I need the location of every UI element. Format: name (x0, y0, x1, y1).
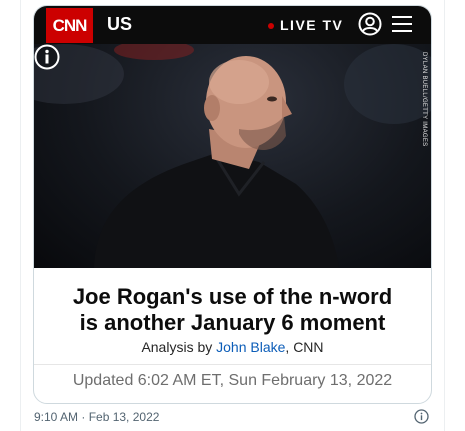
headline-line-1: Joe Rogan's use of the n-word (72, 284, 393, 309)
headline-line-2: is another January 6 moment (79, 310, 386, 335)
account-icon[interactable] (358, 12, 382, 36)
menu-icon[interactable] (391, 14, 413, 34)
article-byline: Analysis by John Blake, CNN (34, 339, 431, 355)
updated-timestamp: Updated 6:02 AM ET, Sun February 13, 202… (72, 372, 393, 389)
author-link[interactable]: John Blake (216, 339, 285, 355)
cnn-header: CNN US LIVE TV (34, 6, 431, 44)
tweet-timestamp[interactable]: 9:10 AM · Feb 13, 2022 (34, 410, 159, 424)
tweet-info-icon[interactable] (414, 409, 429, 424)
cnn-logo-text: CNN (52, 15, 88, 35)
cnn-logo[interactable]: CNN (46, 8, 93, 43)
link-preview-card[interactable]: CNN US LIVE TV DYLAN BUELL/GETTY IMAGES … (33, 5, 432, 404)
divider (34, 364, 431, 365)
info-icon[interactable] (34, 44, 60, 70)
photo-credit: DYLAN BUELL/GETTY IMAGES (421, 52, 427, 147)
section-label[interactable]: US (107, 14, 132, 35)
article-photo[interactable]: DYLAN BUELL/GETTY IMAGES (34, 44, 431, 268)
person-illustration (34, 44, 431, 268)
article-headline[interactable]: Joe Rogan's use of the n-word is another… (34, 284, 431, 336)
live-dot-icon (268, 23, 274, 29)
byline-suffix: , CNN (285, 339, 324, 355)
byline-prefix: Analysis by (141, 339, 217, 355)
live-tv-link[interactable]: LIVE TV (280, 17, 343, 33)
